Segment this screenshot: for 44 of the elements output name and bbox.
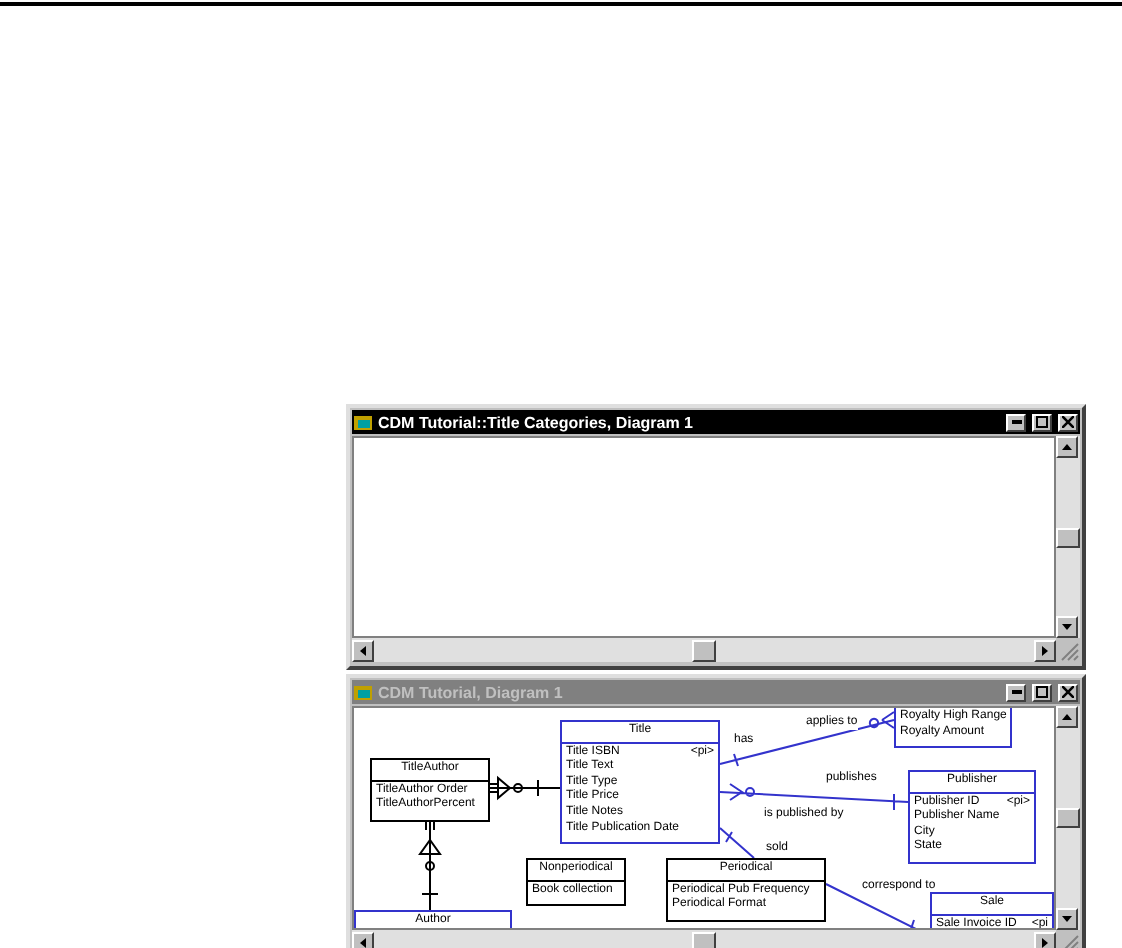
scroll-up-button[interactable] [1056, 706, 1078, 728]
diagram-icon [354, 414, 372, 430]
triangle-up-icon [1062, 714, 1072, 720]
resize-grip-icon[interactable] [1060, 934, 1080, 948]
vertical-scrollbar[interactable] [1056, 436, 1080, 638]
scroll-right-button[interactable] [1034, 931, 1056, 948]
triangle-down-icon [1062, 624, 1072, 630]
minimize-button[interactable] [1006, 683, 1026, 701]
scroll-right-button[interactable] [1034, 639, 1056, 661]
close-icon [1062, 686, 1074, 698]
maximize-icon [1036, 416, 1048, 428]
scroll-left-button[interactable] [352, 639, 374, 661]
scroll-thumb[interactable] [692, 639, 716, 661]
window-title: CDM Tutorial, Diagram 1 [378, 683, 565, 701]
scroll-down-button[interactable] [1056, 908, 1078, 930]
scroll-thumb[interactable] [1056, 527, 1080, 547]
triangle-left-icon [360, 937, 366, 947]
close-button[interactable] [1058, 413, 1078, 431]
triangle-right-icon [1042, 937, 1048, 947]
scroll-left-button[interactable] [352, 931, 374, 948]
close-button[interactable] [1058, 683, 1078, 701]
scroll-thumb[interactable] [1056, 808, 1080, 828]
triangle-up-icon [1062, 444, 1072, 450]
minimize-button[interactable] [1006, 413, 1026, 431]
relationship-line [489, 777, 561, 799]
close-icon [1062, 416, 1074, 428]
minimize-icon [1011, 690, 1021, 694]
horizontal-scrollbar[interactable] [352, 930, 1056, 948]
scroll-up-button[interactable] [1056, 436, 1078, 458]
resize-grip-icon[interactable] [1060, 642, 1080, 662]
scroll-down-button[interactable] [1056, 616, 1078, 638]
relationship-line [719, 827, 755, 859]
scroll-thumb[interactable] [692, 931, 716, 948]
window-title: CDM Tutorial::Title Categories, Diagram 1 [378, 413, 696, 431]
triangle-down-icon [1062, 916, 1072, 922]
maximize-icon [1036, 686, 1048, 698]
triangle-left-icon [360, 645, 366, 655]
maximize-button[interactable] [1032, 413, 1052, 431]
triangle-right-icon [1042, 645, 1048, 655]
vertical-scrollbar[interactable] [1056, 706, 1080, 930]
horizontal-scrollbar[interactable] [352, 638, 1056, 662]
minimize-icon [1011, 420, 1021, 424]
diagram-icon [354, 684, 372, 700]
maximize-button[interactable] [1032, 683, 1052, 701]
